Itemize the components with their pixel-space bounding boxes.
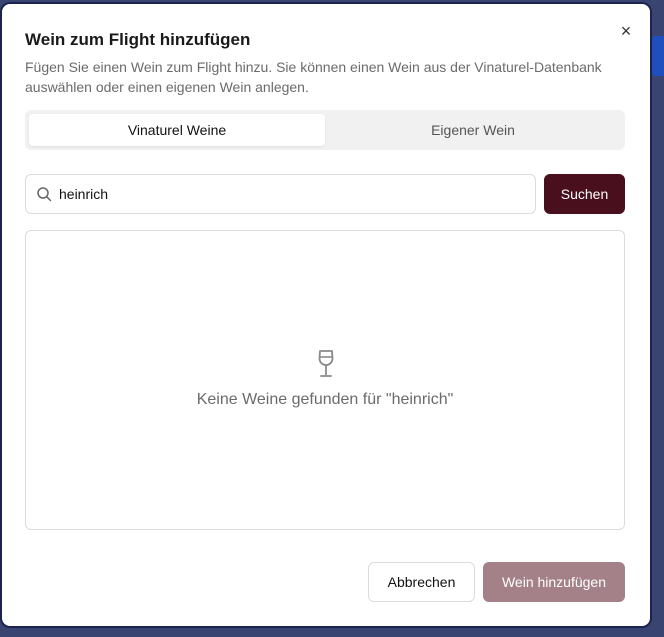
- cancel-button[interactable]: Abbrechen: [368, 562, 475, 602]
- tab-vinaturel-weine[interactable]: Vinaturel Weine: [29, 114, 325, 146]
- dialog-description: Fügen Sie einen Wein zum Flight hinzu. S…: [25, 59, 602, 95]
- source-tabs: Vinaturel Weine Eigener Wein: [25, 110, 625, 150]
- search-icon: [37, 187, 52, 202]
- wine-glass-icon: [318, 350, 334, 377]
- add-wine-dialog: × Wein zum Flight hinzufügen Fügen Sie e…: [2, 4, 650, 626]
- results-panel: Keine Weine gefunden für "heinrich": [25, 230, 625, 530]
- background-element: [652, 36, 664, 76]
- search-input[interactable]: [59, 176, 519, 212]
- empty-state-message: Keine Weine gefunden für "heinrich": [196, 391, 454, 408]
- dialog-title: Wein zum Flight hinzufügen: [25, 30, 251, 49]
- search-field: [25, 174, 536, 214]
- search-button[interactable]: Suchen: [544, 174, 625, 214]
- close-icon[interactable]: ×: [617, 22, 635, 40]
- tab-eigener-wein[interactable]: Eigener Wein: [325, 114, 621, 146]
- add-wine-button[interactable]: Wein hinzufügen: [483, 562, 625, 602]
